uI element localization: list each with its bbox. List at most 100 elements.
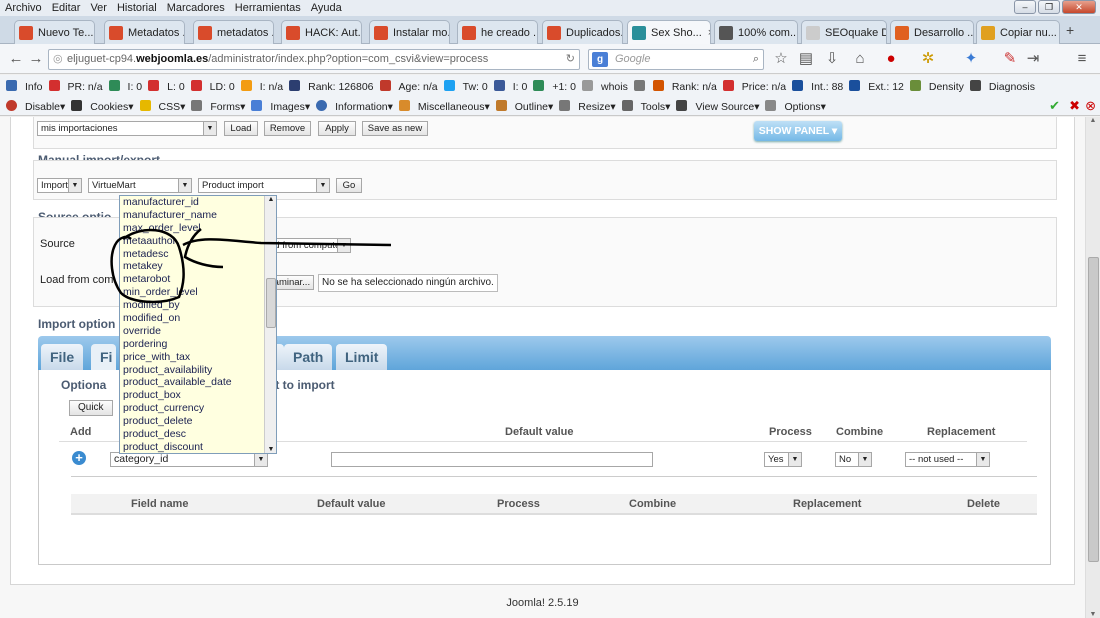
menu-editar[interactable]: Editar xyxy=(47,2,86,14)
seo-bing-index[interactable]: I: n/a xyxy=(240,79,283,93)
browser-tab[interactable]: Metadatos ... xyxy=(104,20,185,44)
bookmark-star-icon[interactable]: ☆ xyxy=(771,49,791,69)
process-select[interactable]: Yes ▼ xyxy=(764,452,802,467)
save-as-new-button[interactable]: Save as new xyxy=(362,121,428,136)
show-panel-button[interactable]: SHOW PANEL ▾ xyxy=(754,121,842,141)
browser-tab[interactable]: SEOquake Diag... xyxy=(801,20,887,44)
seo-diagnosis[interactable]: Diagnosis xyxy=(969,79,1035,93)
menu-ver[interactable]: Ver xyxy=(85,2,112,14)
quick-add-button[interactable]: Quick xyxy=(69,400,113,416)
browser-tab[interactable]: Desarrollo ... xyxy=(890,20,974,44)
browser-tab[interactable]: he creado ... xyxy=(457,20,538,44)
dev-cookies-menu[interactable]: Cookies▾ xyxy=(71,99,134,113)
dropdown-option[interactable]: product_delete xyxy=(120,415,276,428)
minimize-button[interactable]: – xyxy=(1014,0,1036,14)
menu-marcadores[interactable]: Marcadores xyxy=(162,2,230,14)
dropdown-option[interactable]: product_box xyxy=(120,389,276,402)
tab-file[interactable]: File xyxy=(41,344,84,370)
template-select[interactable]: mis importaciones ▼ xyxy=(37,121,217,136)
browser-tab[interactable]: metadatos ... xyxy=(193,20,274,44)
dev-outline-menu[interactable]: Outline▾ xyxy=(495,99,553,113)
dev-miscellaneous-menu[interactable]: Miscellaneous▾ xyxy=(398,99,490,113)
menu-ayuda[interactable]: Ayuda xyxy=(306,2,347,14)
browser-tab[interactable]: Nuevo Te... xyxy=(14,20,95,44)
menu-herramientas[interactable]: Herramientas xyxy=(230,2,306,14)
dev-css-menu[interactable]: CSS▾ xyxy=(139,99,185,113)
dropdown-option[interactable]: product_available_date xyxy=(120,376,276,389)
warning-icon[interactable]: ⊗ xyxy=(1085,98,1096,114)
replacement-select[interactable]: -- not used -- ▼ xyxy=(905,452,990,467)
browser-tab[interactable]: Instalar mo... xyxy=(369,20,450,44)
seo-gplus[interactable]: +1: 0 xyxy=(533,79,576,93)
extension-icon[interactable]: ✎ xyxy=(1000,49,1020,69)
dev-view-source-menu[interactable]: View Source▾ xyxy=(676,99,759,113)
dev-disable-menu[interactable]: Disable▾ xyxy=(6,99,65,113)
seo-twitter[interactable]: Tw: 0 xyxy=(443,79,488,93)
seo-density[interactable]: Density xyxy=(909,79,964,93)
tab-path[interactable]: Path xyxy=(284,344,333,370)
dropdown-option[interactable]: product_discount xyxy=(120,441,276,453)
browser-tab[interactable]: 100% com... xyxy=(714,20,798,44)
dropdown-option[interactable]: product_currency xyxy=(120,402,276,415)
seo-age[interactable]: Age: n/a xyxy=(379,79,438,93)
dropdown-option[interactable]: manufacturer_id xyxy=(120,196,276,209)
seo-external-links[interactable]: Ext.: 12 xyxy=(849,79,904,93)
scroll-down-icon[interactable]: ▼ xyxy=(265,446,276,453)
checkmark-icon[interactable]: ✔ xyxy=(1049,98,1060,114)
dev-images-menu[interactable]: Images▾ xyxy=(251,99,310,113)
extension-icon[interactable]: ✦ xyxy=(961,49,981,69)
dropdown-option[interactable]: product_availability xyxy=(120,364,276,377)
browser-tab-active[interactable]: Sex Sho...× xyxy=(627,20,711,45)
default-value-input[interactable] xyxy=(331,452,653,467)
close-window-button[interactable]: ✕ xyxy=(1062,0,1096,14)
back-arrow-icon[interactable]: ← xyxy=(6,49,26,69)
component-select[interactable]: VirtueMart ▼ xyxy=(88,178,192,193)
page-scroll-thumb[interactable] xyxy=(1088,257,1099,562)
maximize-button[interactable]: ❐ xyxy=(1038,0,1060,14)
browser-tab[interactable]: HACK: Aut... xyxy=(281,20,362,44)
operation-select[interactable]: Product import ▼ xyxy=(198,178,330,193)
close-tab-icon[interactable]: × xyxy=(708,27,710,39)
field-name-select[interactable]: category_id ▼ xyxy=(110,452,268,467)
home-icon[interactable]: ⌂ xyxy=(850,49,870,69)
seo-semrush-rank[interactable]: Rank: n/a xyxy=(652,79,717,93)
search-icon[interactable]: ⌕ xyxy=(753,50,759,69)
dev-information-menu[interactable]: Information▾ xyxy=(316,99,393,113)
seo-whois[interactable]: whois xyxy=(581,79,628,93)
combine-select[interactable]: No ▼ xyxy=(835,452,872,467)
action-select[interactable]: Import ▼ xyxy=(37,178,82,193)
seo-index[interactable]: I: 0 xyxy=(108,79,142,93)
dropdown-option[interactable]: modified_on xyxy=(120,312,276,325)
search-input[interactable]: g Google ⌕ xyxy=(588,49,764,70)
hamburger-menu-icon[interactable]: ≡ xyxy=(1072,49,1092,69)
seo-internal-links[interactable]: Int.: 88 xyxy=(792,79,843,93)
seo-alexa-rank[interactable]: Rank: 126806 xyxy=(289,79,374,93)
error-icon[interactable]: ✖ xyxy=(1069,98,1080,114)
remove-button[interactable]: Remove xyxy=(264,121,311,136)
new-tab-icon[interactable]: + xyxy=(1066,22,1074,38)
dev-resize-menu[interactable]: Resize▾ xyxy=(559,99,616,113)
bookmarks-list-icon[interactable]: ▤ xyxy=(796,49,816,69)
browser-tab[interactable]: Duplicados... xyxy=(542,20,623,44)
dropdown-option[interactable]: price_with_tax xyxy=(120,351,276,364)
extension-gear-icon[interactable]: ✲ xyxy=(918,49,938,69)
seo-source[interactable] xyxy=(633,79,647,93)
dev-options-menu[interactable]: Options▾ xyxy=(765,99,826,113)
dev-tools-menu[interactable]: Tools▾ xyxy=(621,99,670,113)
dropdown-option[interactable]: pordering xyxy=(120,338,276,351)
download-icon[interactable]: ⇩ xyxy=(822,49,842,69)
apply-button[interactable]: Apply xyxy=(318,121,356,136)
menu-archivo[interactable]: Archivo xyxy=(0,2,47,14)
tab-fields[interactable]: Fi xyxy=(91,344,116,370)
dropdown-option[interactable]: override xyxy=(120,325,276,338)
add-field-icon[interactable]: + xyxy=(72,451,86,465)
seo-info[interactable]: Info xyxy=(6,79,43,93)
menu-historial[interactable]: Historial xyxy=(112,2,162,14)
scroll-up-icon[interactable]: ▲ xyxy=(1086,117,1100,124)
page-scrollbar[interactable]: ▲ ▼ xyxy=(1085,117,1100,618)
tab-limit[interactable]: Limit xyxy=(336,344,388,370)
dropdown-option[interactable]: product_desc xyxy=(120,428,276,441)
seo-links[interactable]: L: 0 xyxy=(148,79,185,93)
seo-facebook[interactable]: I: 0 xyxy=(493,79,527,93)
seo-pagerank[interactable]: PR: n/a xyxy=(48,79,103,93)
